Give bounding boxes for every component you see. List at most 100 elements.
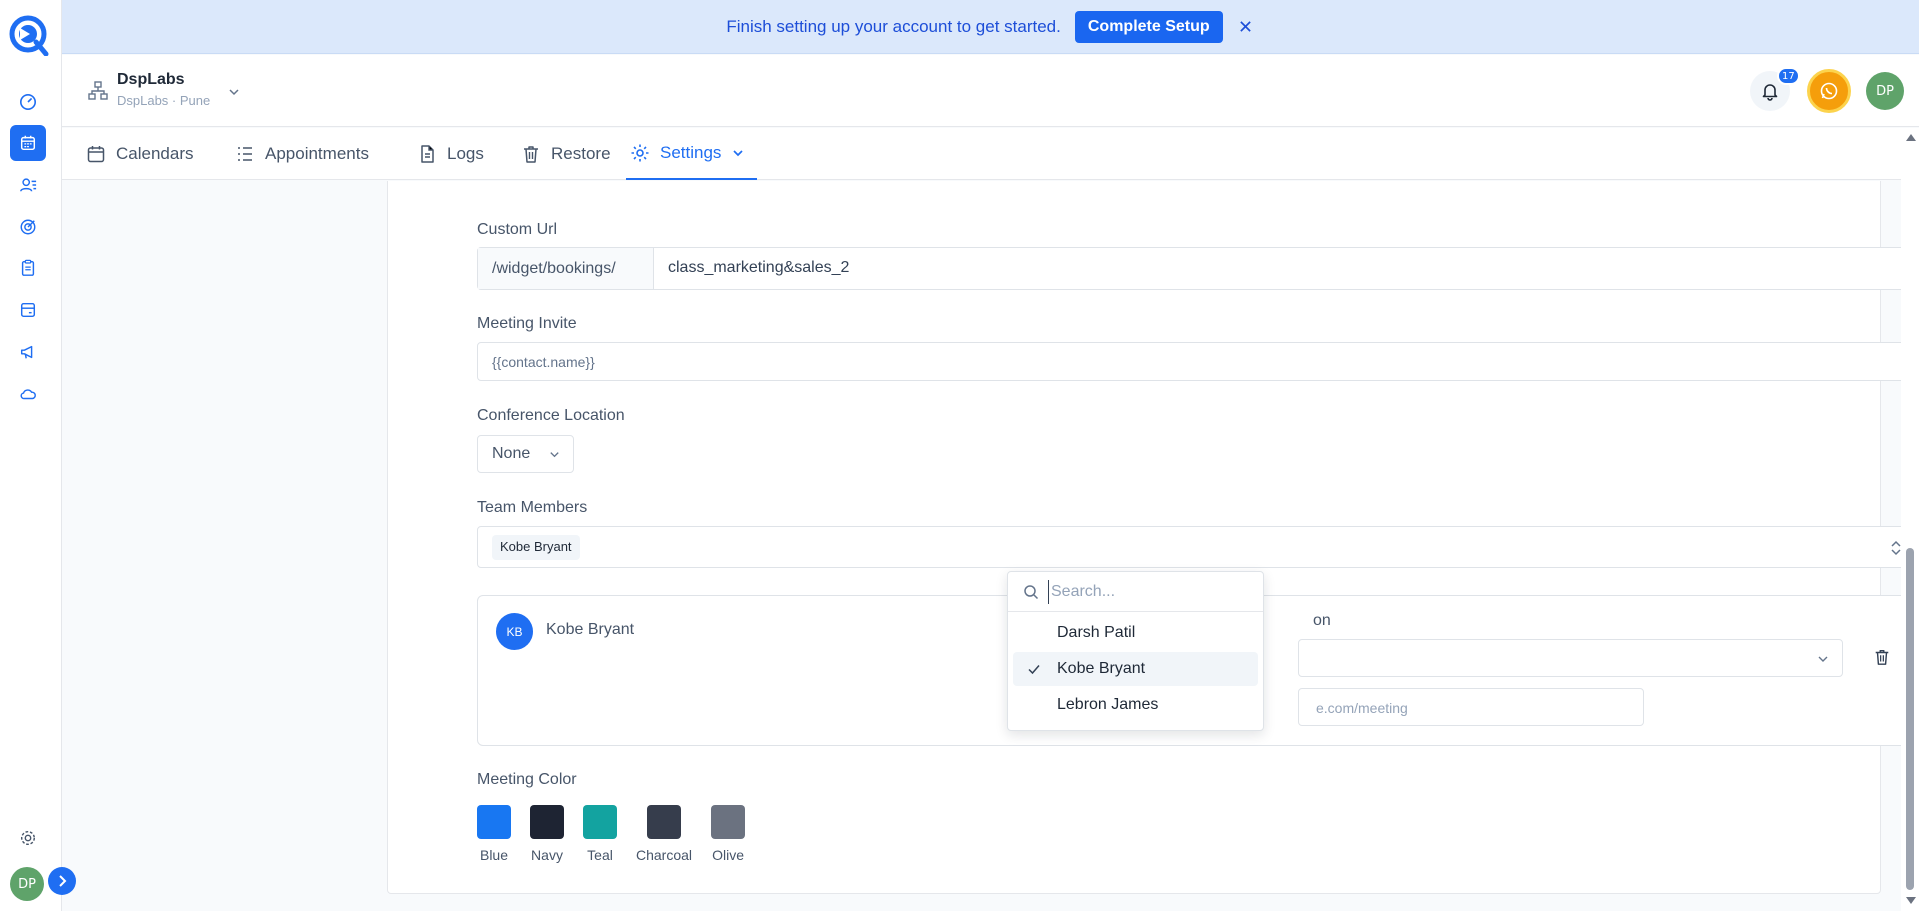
color-option-navy[interactable]: Navy [530,805,564,863]
scrollbar-thumb[interactable] [1906,548,1914,890]
dropdown-option-lebron-james[interactable]: Lebron James [1013,688,1258,722]
tab-restore[interactable]: Restore [521,128,611,180]
color-option-olive[interactable]: Olive [711,805,746,863]
bell-icon [1762,84,1778,101]
tab-settings[interactable]: Settings [626,128,758,180]
org-location: DspLabs · Pune [117,93,211,108]
user-avatar[interactable]: DP [1866,72,1904,110]
top-header: DspLabs DspLabs · Pune 17 DP [62,55,1919,127]
dropdown-search [1008,572,1263,612]
meeting-invite-placeholder: {{contact.name}} [492,354,595,370]
chevron-down-icon [1818,656,1828,662]
sort-toggle-icon [1891,540,1901,556]
search-icon [1024,585,1039,600]
member-avatar: KB [496,613,533,650]
color-option-charcoal[interactable]: Charcoal [636,805,692,863]
settings-content: Custom Url /widget/bookings/ class_marke… [62,181,1901,911]
member-location-select[interactable] [1298,639,1843,677]
whatsapp-icon [1820,82,1838,100]
tab-appointments[interactable]: Appointments [235,128,369,180]
option-label: Darsh Patil [1057,624,1136,641]
tab-label: Restore [551,144,611,163]
dropdown-option-kobe-bryant[interactable]: Kobe Bryant [1013,652,1258,686]
team-member-chip[interactable]: Kobe Bryant [492,535,580,560]
org-name[interactable]: DspLabs [117,71,185,89]
banner-message: Finish setting up your account to get st… [726,16,1061,36]
scroll-down-arrow[interactable] [1906,897,1916,904]
tab-label: Logs [447,144,484,163]
meeting-invite-input[interactable]: {{contact.name}} [477,342,1901,381]
member-name: Kobe Bryant [546,621,635,638]
expand-sidebar-button[interactable] [48,867,76,895]
clipboard-icon[interactable] [10,250,46,286]
scroll-up-arrow[interactable] [1906,134,1916,141]
dropdown-search-input[interactable] [1048,580,1248,604]
meeting-color-options: Blue Navy Teal Charcoal Olive [477,805,746,863]
complete-setup-button[interactable]: Complete Setup [1074,10,1223,43]
contacts-icon[interactable] [10,167,46,203]
custom-url-value: class_marketing&sales_2 [668,259,850,276]
conference-location-value: None [492,445,531,462]
tab-calendars[interactable]: Calendars [86,128,194,180]
team-member-dropdown: Darsh Patil Kobe Bryant Lebron James [1007,571,1264,731]
meeting-invite-label: Meeting Invite [477,315,577,332]
dropdown-option-darsh-patil[interactable]: Darsh Patil [1013,616,1258,650]
color-option-teal[interactable]: Teal [583,805,617,863]
payments-icon[interactable] [10,292,46,328]
sidebar-user-avatar[interactable]: DP [10,867,44,901]
color-name: Charcoal [636,847,693,863]
close-icon [1240,21,1251,32]
settings-gear-icon[interactable] [10,820,46,856]
option-label: Kobe Bryant [1057,660,1146,677]
team-members-label: Team Members [477,499,588,516]
organization-icon [88,81,108,100]
custom-url-prefix: /widget/bookings/ [478,248,654,289]
setup-banner: Finish setting up your account to get st… [62,0,1919,54]
member-meeting-url-input[interactable]: e.com/meeting [1298,688,1644,726]
notification-count-badge: 17 [1777,67,1800,85]
custom-url-label: Custom Url [477,221,558,238]
color-name: Teal [587,847,613,863]
calendar-icon [87,146,105,163]
calendar-icon[interactable] [10,125,46,161]
conference-location-select[interactable]: None [477,435,574,473]
close-banner-button[interactable] [1237,18,1255,36]
gear-icon [631,144,649,162]
tab-logs[interactable]: Logs [417,128,484,180]
custom-url-field[interactable]: /widget/bookings/ class_marketing&sales_… [477,247,1901,290]
page-scrollbar[interactable] [1901,128,1919,911]
tab-label: Appointments [265,144,369,163]
cloud-icon[interactable] [10,376,46,412]
conference-location-label: Conference Location [477,407,625,424]
document-icon [421,145,434,163]
tab-label: Calendars [116,144,194,163]
color-swatch[interactable] [477,805,511,839]
chevron-down-icon [550,452,559,458]
dashboard-icon[interactable] [10,84,46,120]
color-name: Navy [531,847,563,863]
chevron-down-icon [733,150,744,157]
whatsapp-button[interactable] [1807,69,1851,113]
delete-member-icon[interactable] [1873,648,1891,666]
color-name: Olive [712,847,744,863]
chevron-right-icon [59,875,67,887]
color-option-blue[interactable]: Blue [477,805,511,863]
megaphone-icon[interactable] [10,334,46,370]
color-swatch[interactable] [530,805,564,839]
chevron-down-icon[interactable] [227,85,241,99]
tab-label: Settings [660,143,722,162]
tab-bar: Calendars Appointments Logs Restore Sett… [62,128,1919,180]
color-swatch[interactable] [583,805,617,839]
sidebar: DP [0,0,76,911]
color-name: Blue [479,847,509,863]
target-icon[interactable] [10,209,46,245]
check-icon [1028,665,1040,675]
list-icon [238,147,252,161]
team-members-select[interactable]: Kobe Bryant [477,526,1901,568]
color-swatch[interactable] [711,805,746,839]
meeting-color-label: Meeting Color [477,771,577,788]
trash-icon [524,146,538,163]
color-swatch[interactable] [647,805,682,839]
member-location-label: on [1313,612,1331,629]
app-logo[interactable] [8,12,50,57]
